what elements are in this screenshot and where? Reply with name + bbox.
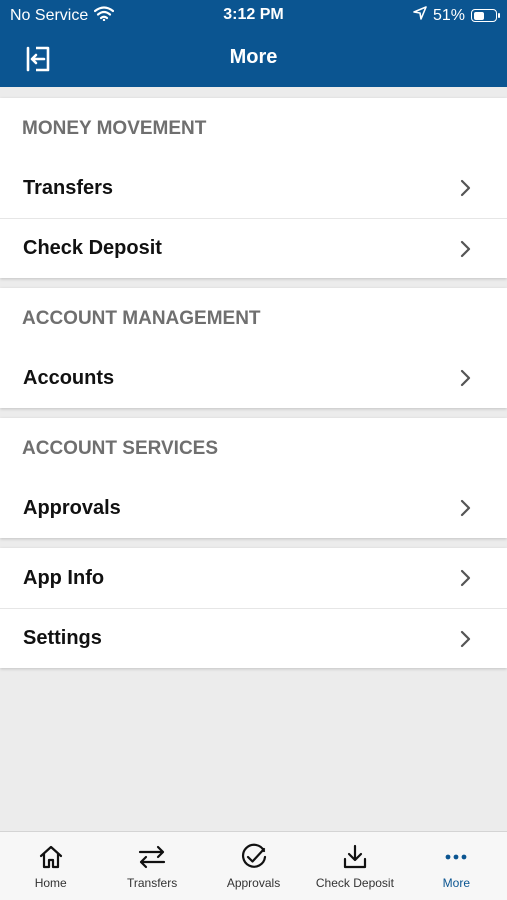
tab-more[interactable]: More: [406, 832, 507, 900]
section-title: MONEY MOVEMENT: [22, 118, 207, 139]
tab-label: Home: [34, 876, 67, 890]
battery-percent: 51%: [432, 6, 465, 24]
page-title: More: [229, 46, 278, 68]
tab-transfers[interactable]: Transfers: [101, 832, 202, 900]
battery-fill: [473, 11, 484, 20]
section-account-services: ACCOUNT SERVICES Approvals: [0, 418, 507, 538]
tab-label: Transfers: [126, 876, 178, 890]
menu-item-transfers[interactable]: Transfers: [0, 158, 507, 218]
section-title: ACCOUNT SERVICES: [22, 438, 219, 459]
menu-item-app-info[interactable]: App Info: [0, 548, 507, 608]
menu-item-label: Settings: [23, 627, 102, 649]
menu-item-label: Check Deposit: [23, 237, 162, 259]
status-bar: No Service 3:12 PM 51%: [0, 0, 507, 30]
tab-bar: Home Transfers Approvals Check Deposit M…: [0, 831, 507, 900]
chevron-right-icon: [451, 234, 481, 264]
chevron-right-icon: [451, 493, 481, 523]
menu-item-label: App Info: [23, 566, 105, 589]
app-header: No Service 3:12 PM 51% More: [0, 0, 507, 87]
menu-item-settings[interactable]: Settings: [0, 608, 507, 668]
tab-label: Check Deposit: [315, 876, 394, 890]
chevron-right-icon: [451, 563, 481, 593]
download-tray-icon: [340, 842, 370, 872]
transfer-arrows-icon: [137, 842, 167, 872]
more-dots-icon: [441, 842, 471, 872]
check-circle-icon: [239, 842, 269, 872]
section-account-management: ACCOUNT MANAGEMENT Accounts: [0, 288, 507, 408]
chevron-right-icon: [451, 363, 481, 393]
section-title: ACCOUNT MANAGEMENT: [22, 308, 261, 329]
tab-label: More: [442, 876, 470, 890]
section-money-movement: MONEY MOVEMENT Transfers Check Deposit: [0, 98, 507, 278]
chevron-right-icon: [451, 624, 481, 654]
chevron-right-icon: [451, 173, 481, 203]
menu-item-label: Accounts: [23, 366, 115, 389]
menu-item-label: Transfers: [23, 176, 114, 199]
menu-item-accounts[interactable]: Accounts: [0, 348, 507, 408]
nav-bar: More: [0, 30, 507, 87]
menu-item-approvals[interactable]: Approvals: [0, 478, 507, 538]
menu-item-check-deposit[interactable]: Check Deposit: [0, 218, 507, 278]
tab-label: Approvals: [226, 876, 281, 890]
tab-home[interactable]: Home: [0, 832, 101, 900]
home-icon: [36, 842, 66, 872]
battery-icon: [471, 9, 500, 22]
section-misc: App Info Settings: [0, 548, 507, 668]
location-arrow-icon: [413, 6, 427, 25]
tab-check-deposit[interactable]: Check Deposit: [304, 832, 405, 900]
menu-item-label: Approvals: [23, 496, 121, 519]
tab-approvals[interactable]: Approvals: [203, 832, 304, 900]
